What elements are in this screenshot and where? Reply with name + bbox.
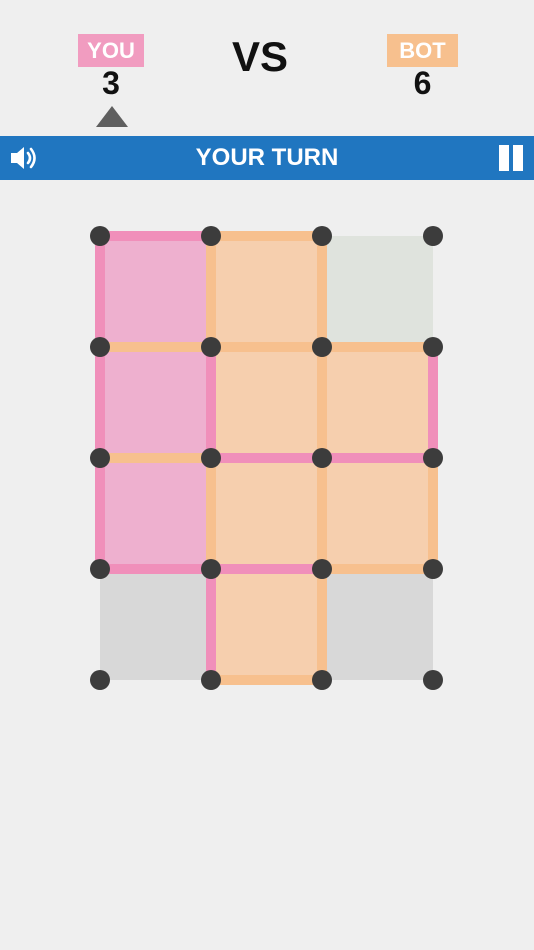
board-dot <box>201 337 221 357</box>
board-edge-horizontal <box>100 453 211 463</box>
board-dot <box>90 670 110 690</box>
board-box <box>211 347 322 458</box>
board-edge-horizontal <box>211 231 322 241</box>
board-edge-vertical <box>206 458 216 569</box>
board-edge-vertical <box>206 569 216 680</box>
board-edge-slot-vertical[interactable] <box>428 579 438 670</box>
board-edge-vertical <box>428 458 438 569</box>
board-dot <box>201 559 221 579</box>
game-board <box>90 226 443 690</box>
board-dot <box>90 226 110 246</box>
board-edge-horizontal <box>211 675 322 685</box>
board-edge-horizontal <box>322 453 433 463</box>
board-edge-vertical <box>206 347 216 458</box>
board-dot <box>312 337 332 357</box>
board-edge-vertical <box>428 347 438 458</box>
board-edge-slot-horizontal[interactable] <box>110 675 201 685</box>
board-edge-horizontal <box>100 564 211 574</box>
board-edge-horizontal <box>322 342 433 352</box>
board-edge-vertical <box>317 458 327 569</box>
board-edge-horizontal <box>211 453 322 463</box>
board-dot <box>312 559 332 579</box>
board-dot <box>423 670 443 690</box>
board-edge-vertical <box>317 236 327 347</box>
board-edge-slot-horizontal[interactable] <box>332 675 423 685</box>
board-dot <box>423 559 443 579</box>
board-edge-vertical <box>95 236 105 347</box>
board-dot <box>423 337 443 357</box>
board-edge-vertical <box>206 236 216 347</box>
board-dot <box>423 448 443 468</box>
board-dot <box>312 448 332 468</box>
board-box <box>100 458 211 569</box>
board-box <box>100 236 211 347</box>
board-edge-horizontal <box>322 564 433 574</box>
board-edge-slot-vertical[interactable] <box>95 579 105 670</box>
board-box <box>322 458 433 569</box>
board-edge-horizontal <box>211 564 322 574</box>
board-edge-slot-horizontal[interactable] <box>332 231 423 241</box>
board-box <box>211 569 322 680</box>
board-box <box>100 347 211 458</box>
board-edge-horizontal <box>211 342 322 352</box>
board-box <box>100 569 211 680</box>
board-dot <box>312 226 332 246</box>
board-dot <box>201 448 221 468</box>
board-edge-vertical <box>317 347 327 458</box>
board-box <box>322 347 433 458</box>
board-dot <box>312 670 332 690</box>
board-dot <box>90 337 110 357</box>
board-edge-horizontal <box>100 231 211 241</box>
board-edge-vertical <box>95 458 105 569</box>
board-box <box>322 569 433 680</box>
board-dot <box>201 670 221 690</box>
board-dot <box>90 448 110 468</box>
board-dot <box>423 226 443 246</box>
board-box <box>211 458 322 569</box>
board-edge-vertical <box>317 569 327 680</box>
board-box <box>211 236 322 347</box>
board-dot <box>90 559 110 579</box>
board-edge-slot-vertical[interactable] <box>428 246 438 337</box>
board-edge-horizontal <box>100 342 211 352</box>
board-box <box>322 236 433 347</box>
board-dot <box>201 226 221 246</box>
board-edge-vertical <box>95 347 105 458</box>
